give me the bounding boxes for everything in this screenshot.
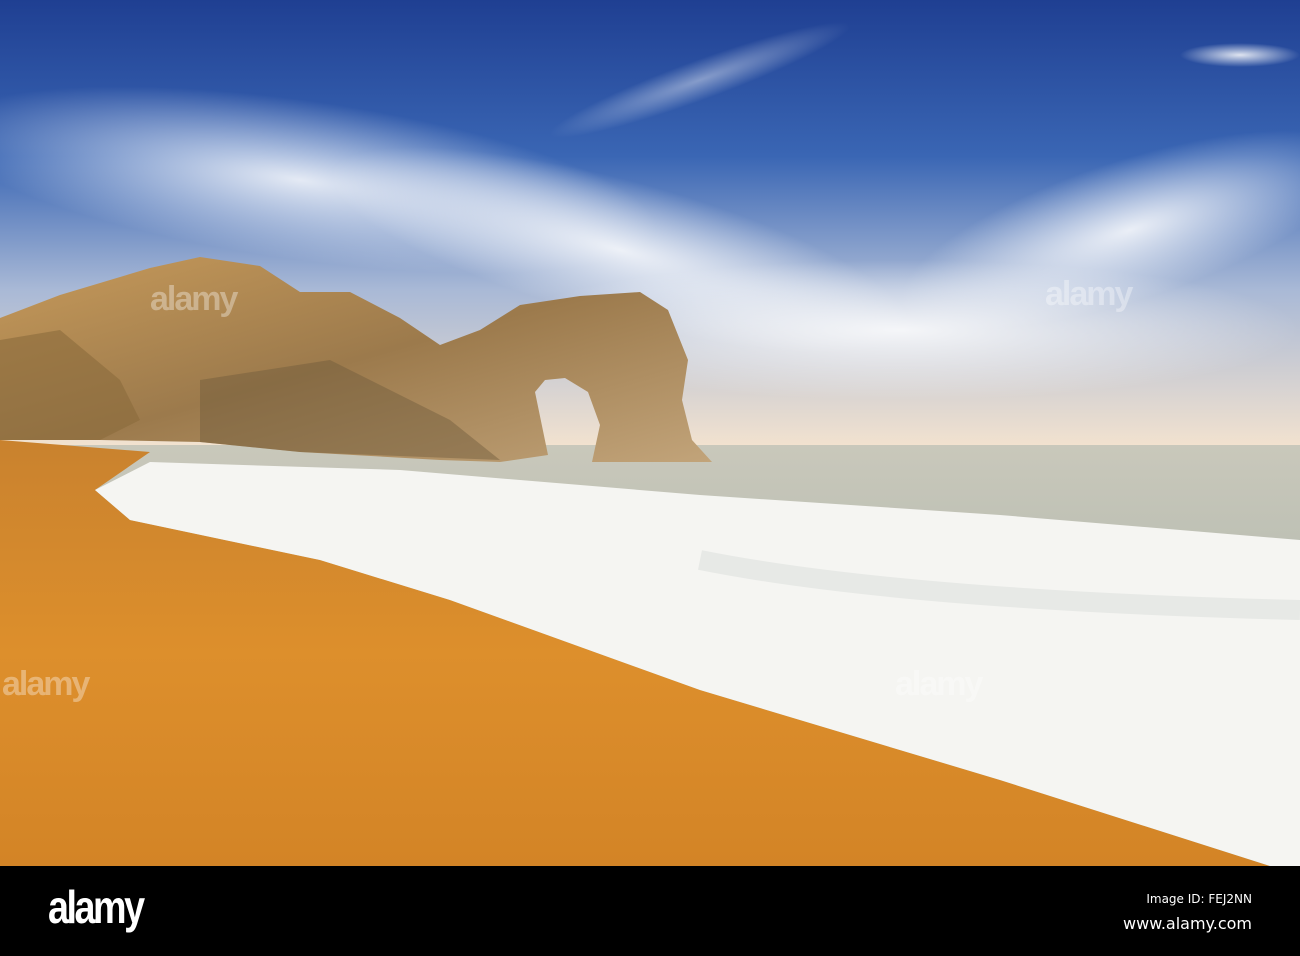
watermark: alamy — [1045, 275, 1133, 313]
website-link: www.alamy.com — [1123, 914, 1252, 933]
landscape-photo — [0, 0, 1300, 866]
stock-photo: alamy alamy alamy alamy alamy Image ID: … — [0, 0, 1300, 956]
watermark: alamy — [2, 665, 90, 703]
image-id: Image ID: FEJ2NN — [1146, 892, 1252, 906]
alamy-logo: alamy — [48, 881, 145, 933]
watermark: alamy — [150, 280, 238, 318]
watermark: alamy — [895, 665, 983, 703]
footer-bar: alamy Image ID: FEJ2NN www.alamy.com — [0, 866, 1300, 956]
